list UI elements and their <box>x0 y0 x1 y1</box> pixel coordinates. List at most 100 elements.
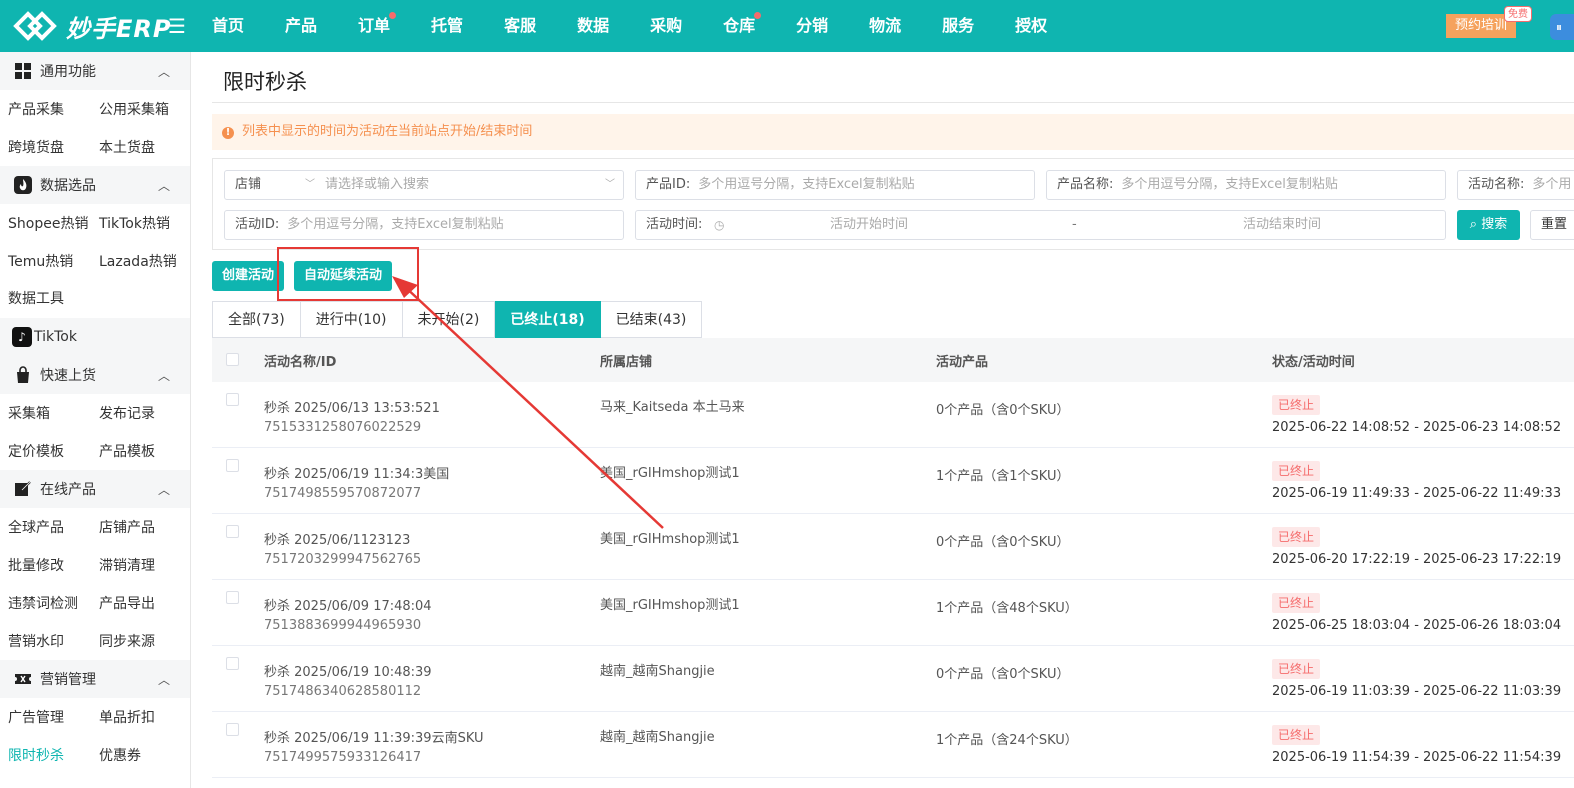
nav-item[interactable]: 客服 <box>504 0 536 52</box>
chevron-up-icon: ︿ <box>157 483 170 497</box>
shop-label: 店铺 <box>235 177 262 192</box>
nav-item[interactable]: 订单 <box>358 0 397 52</box>
sidebar-group-label: 快速上货 <box>40 368 96 384</box>
nav-item[interactable]: 授权 <box>1015 0 1047 52</box>
grid-icon <box>15 63 31 79</box>
table-row[interactable]: 秒杀 2025/06/13 13:53:521 75153312580760225… <box>212 382 1574 448</box>
sidebar-item[interactable]: 广告管理 <box>0 707 91 727</box>
status-badge: 已终止 <box>1272 659 1321 679</box>
sidebar-item[interactable]: 定价模板 <box>0 441 91 461</box>
sidebar-item[interactable]: 同步来源 <box>91 631 182 651</box>
sidebar-group-marketing[interactable]: 营销管理 ︿ <box>0 660 190 698</box>
sidebar-item[interactable]: 本土货盘 <box>91 137 182 157</box>
nav-item[interactable]: 产品 <box>285 0 317 52</box>
status-tab[interactable]: 进行中(10) <box>300 301 403 338</box>
sidebar-row: 广告管理 单品折扣 <box>0 698 190 736</box>
sidebar-item[interactable]: Shopee热销 <box>0 213 91 233</box>
activity-id-placeholder: 多个用逗号分隔，支持Excel复制粘贴 <box>287 217 504 232</box>
status-tab[interactable]: 未开始(2) <box>402 301 496 338</box>
sidebar-item[interactable]: 产品模板 <box>91 441 182 461</box>
sidebar-group-general[interactable]: 通用功能 ︿ <box>0 52 190 90</box>
activity-time: 2025-06-19 11:49:33 - 2025-06-22 11:49:3… <box>1272 486 1562 501</box>
sidebar-row: 跨境货盘 本土货盘 <box>0 128 190 166</box>
nav-item[interactable]: 采购 <box>650 0 682 52</box>
row-checkbox[interactable] <box>226 591 239 604</box>
ticket-icon <box>15 674 31 684</box>
table-row[interactable]: 秒杀 2025/06/1123123 7517203299947562765 美国_… <box>212 514 1574 580</box>
sidebar-item[interactable]: 产品导出 <box>91 593 182 613</box>
product-name-input[interactable]: 产品名称: 多个用逗号分隔，支持Excel复制粘贴 <box>1046 170 1446 200</box>
table-row[interactable]: 秒杀 2025/06/09 17:48:04 751388369994496593… <box>212 580 1574 646</box>
select-all-checkbox[interactable] <box>226 353 239 366</box>
sidebar-item[interactable]: Temu热销 <box>0 251 91 271</box>
sidebar-item[interactable]: 全球产品 <box>0 517 91 537</box>
row-checkbox[interactable] <box>226 525 239 538</box>
sidebar-item[interactable]: TikTok热销 <box>91 213 182 233</box>
sidebar-row: 限时秒杀 优惠券 <box>0 736 190 774</box>
table-row[interactable]: 秒杀 2025/06/19 11:34:3美国 75174985595708720… <box>212 448 1574 514</box>
row-checkbox[interactable] <box>226 459 239 472</box>
nav-item[interactable]: 服务 <box>942 0 974 52</box>
sidebar-item[interactable]: 店铺产品 <box>91 517 182 537</box>
table-row[interactable]: 秒杀 2025/06/19 10:48:39 751748634062858011… <box>212 646 1574 712</box>
row-checkbox[interactable] <box>226 723 239 736</box>
sidebar-item[interactable]: 产品采集 <box>0 99 91 119</box>
sidebar-item[interactable]: Lazada热销 <box>91 251 182 271</box>
nav-item[interactable]: 首页 <box>212 0 244 52</box>
app-logo[interactable]: 妙手ERP <box>12 8 171 44</box>
sidebar-group-data-selection[interactable]: 数据选品 ︿ <box>0 166 190 204</box>
reset-button[interactable]: 重置 <box>1530 210 1574 240</box>
activity-name-input[interactable]: 活动名称: 多个用 <box>1457 170 1574 200</box>
header-status-time: 状态/活动时间 <box>1272 354 1355 370</box>
sidebar-item[interactable]: 单品折扣 <box>91 707 182 727</box>
sidebar-item[interactable]: 优惠券 <box>91 745 182 765</box>
sidebar-group-quick-listing[interactable]: 快速上货 ︿ <box>0 356 190 394</box>
pause-icon[interactable]: ⏸ <box>1550 14 1574 40</box>
sidebar-item[interactable]: 公用采集箱 <box>91 99 182 119</box>
status-tab[interactable]: 已终止(18) <box>495 301 601 338</box>
start-time-placeholder: 活动开始时间 <box>830 217 909 232</box>
sidebar-group-online-products[interactable]: 在线产品 ︿ <box>0 470 190 508</box>
search-button[interactable]: ⌕ 搜索 <box>1457 210 1520 240</box>
activity-time: 2025-06-20 17:22:19 - 2025-06-23 17:22:1… <box>1272 552 1562 567</box>
sidebar-item[interactable]: 采集箱 <box>0 403 91 423</box>
nav-item[interactable]: 仓库 <box>723 0 762 52</box>
tiktok-icon: ♪ <box>12 327 32 347</box>
activity-name: 秒杀 2025/06/09 17:48:04 <box>264 599 432 614</box>
sidebar-row: 违禁词检测 产品导出 <box>0 584 190 622</box>
table-row[interactable]: 秒杀 2025/06/19 11:39:39云南SKU 7517499575933… <box>212 712 1574 778</box>
sidebar-item[interactable]: 跨境货盘 <box>0 137 91 157</box>
nav-item[interactable]: 物流 <box>869 0 901 52</box>
activity-products: 0个产品（含0个SKU） <box>936 535 1070 550</box>
sidebar-item-tiktok[interactable]: ♪ TikTok <box>0 318 190 356</box>
activity-time: 2025-06-22 14:08:52 - 2025-06-23 14:08:5… <box>1272 420 1562 435</box>
notice-text: 列表中显示的时间为活动在当前站点开始/结束时间 <box>242 124 533 139</box>
sidebar-item-data-tools[interactable]: 数据工具 <box>0 280 190 318</box>
activity-products: 0个产品（含0个SKU） <box>936 667 1070 682</box>
sidebar-item[interactable]: 发布记录 <box>91 403 182 423</box>
sidebar-item-flash-sale[interactable]: 限时秒杀 <box>0 745 91 765</box>
nav-item[interactable]: 数据 <box>577 0 609 52</box>
sidebar-item[interactable]: 违禁词检测 <box>0 593 91 613</box>
logo-icon <box>13 11 57 41</box>
nav-item[interactable]: 托管 <box>431 0 463 52</box>
sidebar-item[interactable]: 滞销清理 <box>91 555 182 575</box>
status-tab[interactable]: 已结束(43) <box>600 301 703 338</box>
status-tab[interactable]: 全部(73) <box>212 301 301 338</box>
product-id-input[interactable]: 产品ID: 多个用逗号分隔，支持Excel复制粘贴 <box>635 170 1035 200</box>
sidebar-item[interactable]: 营销水印 <box>0 631 91 651</box>
nav-item[interactable]: 分销 <box>796 0 828 52</box>
row-checkbox[interactable] <box>226 657 239 670</box>
sidebar: 通用功能 ︿ 产品采集 公用采集箱 跨境货盘 本土货盘 数据选品 ︿ Shope… <box>0 52 191 788</box>
row-checkbox[interactable] <box>226 393 239 406</box>
activity-time-range[interactable]: 活动时间: ◷ 活动开始时间 - 活动结束时间 <box>635 210 1446 240</box>
create-activity-button[interactable]: 创建活动 <box>212 261 284 291</box>
shop-name: 马来_Kaitseda 本土马来 <box>600 400 745 415</box>
shop-select[interactable]: 店铺 ﹀ 请选择或输入搜索 ﹀ <box>224 170 624 200</box>
activity-id-input[interactable]: 活动ID: 多个用逗号分隔，支持Excel复制粘贴 <box>224 210 624 240</box>
chevron-up-icon: ︿ <box>157 179 170 193</box>
sidebar-item[interactable]: 批量修改 <box>0 555 91 575</box>
shop-placeholder: 请选择或输入搜索 <box>325 177 430 192</box>
activity-id: 7515331258076022529 <box>264 420 422 435</box>
menu-toggle-icon[interactable]: ☰ <box>168 14 186 38</box>
